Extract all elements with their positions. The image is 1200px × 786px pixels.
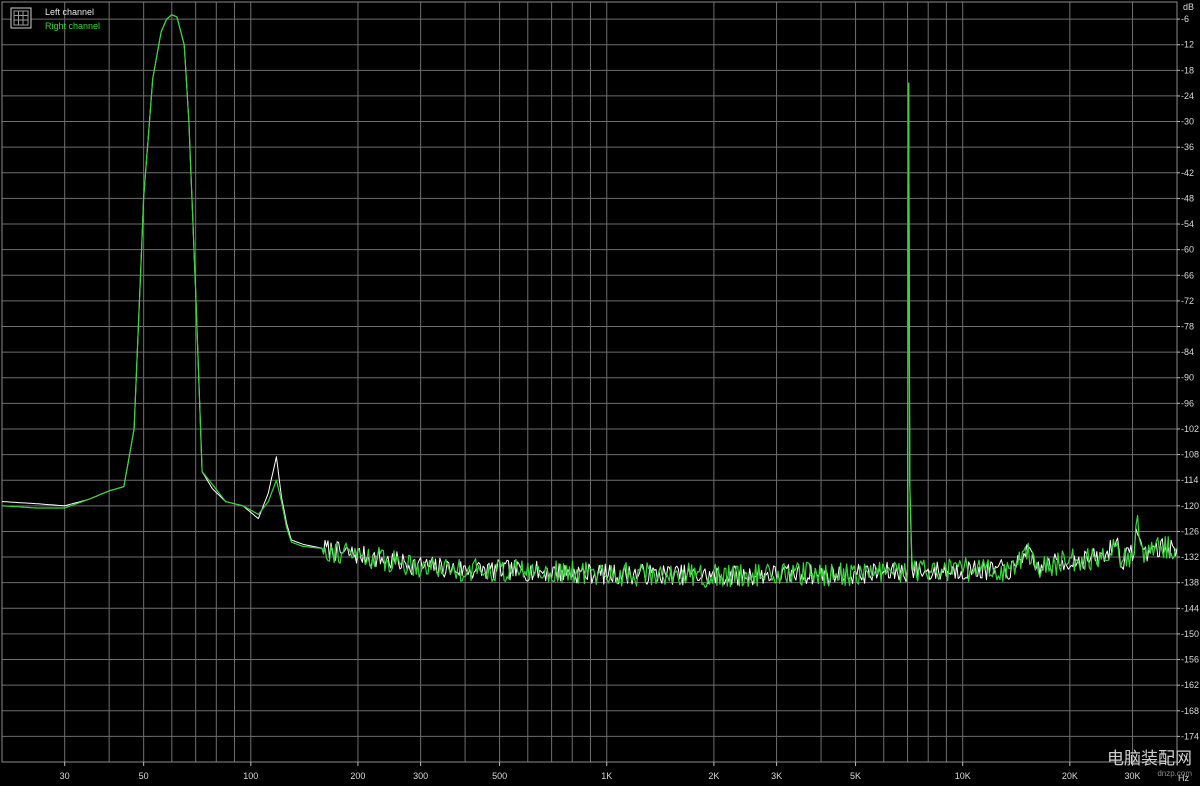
x-tick-label: 3K <box>771 771 782 781</box>
chart-background <box>0 0 1200 786</box>
y-tick-label: -48 <box>1181 193 1194 203</box>
x-tick-label: 50 <box>139 771 149 781</box>
y-tick-label: -138 <box>1181 578 1199 588</box>
watermark-url: dnzp.com <box>1157 769 1192 778</box>
x-tick-label: 20K <box>1062 771 1078 781</box>
y-tick-label: -66 <box>1181 270 1194 280</box>
legend-left-channel: Left channel <box>45 7 94 17</box>
y-tick-label: -24 <box>1181 91 1194 101</box>
legend-icon[interactable] <box>10 7 32 29</box>
y-tick-label: -30 <box>1181 117 1194 127</box>
y-tick-label: -174 <box>1181 731 1199 741</box>
y-tick-label: -120 <box>1181 501 1199 511</box>
watermark: 电脑装配网 dnzp.com <box>1107 751 1192 778</box>
y-tick-label: -78 <box>1181 321 1194 331</box>
y-tick-label: -132 <box>1181 552 1199 562</box>
x-tick-label: 300 <box>413 771 428 781</box>
y-tick-label: -54 <box>1181 219 1194 229</box>
y-tick-label: -18 <box>1181 65 1194 75</box>
y-tick-label: -6 <box>1181 14 1189 24</box>
y-tick-label: -72 <box>1181 296 1194 306</box>
y-tick-label: -84 <box>1181 347 1194 357</box>
y-tick-label: -144 <box>1181 603 1199 613</box>
y-tick-label: -156 <box>1181 655 1199 665</box>
y-tick-label: -60 <box>1181 245 1194 255</box>
x-tick-label: 2K <box>708 771 719 781</box>
y-tick-label: -90 <box>1181 373 1194 383</box>
x-tick-label: 5K <box>850 771 861 781</box>
x-tick-label: 10K <box>955 771 971 781</box>
y-tick-label: -162 <box>1181 680 1199 690</box>
y-tick-label: -114 <box>1181 475 1198 485</box>
y-tick-label: -12 <box>1181 40 1194 50</box>
watermark-text: 电脑装配网 <box>1107 749 1192 769</box>
y-tick-label: -108 <box>1181 450 1199 460</box>
y-axis-unit: dB <box>1183 2 1194 12</box>
y-tick-label: -36 <box>1181 142 1194 152</box>
spectrum-chart: -6 -12 -18 -24 -30 -36 -42 -48 -54 -60 -66 -72 -78 -8… <box>0 0 1200 786</box>
x-tick-label: 1K <box>601 771 612 781</box>
y-tick-label: -150 <box>1181 629 1199 639</box>
y-tick-label: -168 <box>1181 706 1199 716</box>
y-tick-label: -126 <box>1181 526 1199 536</box>
y-tick-label: -102 <box>1181 424 1199 434</box>
legend-right-channel: Right channel <box>45 21 100 31</box>
x-tick-label: 100 <box>243 771 258 781</box>
x-tick-label: 30 <box>60 771 70 781</box>
y-tick-label: -96 <box>1181 398 1194 408</box>
x-tick-label: 500 <box>492 771 507 781</box>
y-tick-label: -42 <box>1181 168 1194 178</box>
x-tick-label: 200 <box>350 771 365 781</box>
